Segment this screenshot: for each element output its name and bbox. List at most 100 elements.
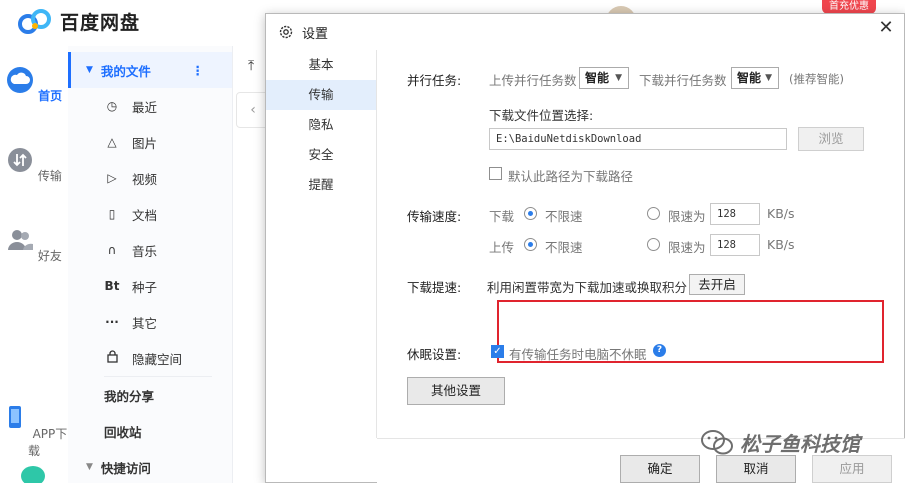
settings-dialog: 设置 ✕ 基本 传输 隐私 安全 提醒 并行任务: 上传并行任务数 智能 ▼ 下… <box>265 13 905 483</box>
tab-transfer[interactable]: 传输 <box>266 80 376 110</box>
download-location-label: 下载文件位置选择: <box>489 108 594 123</box>
download-limit-label: 限速为 <box>668 209 706 224</box>
rail-label-home: 首页 <box>38 89 63 103</box>
tab-label: 隐私 <box>308 117 334 132</box>
download-parallel-select[interactable]: 智能 ▼ <box>731 67 779 89</box>
enable-accelerate-button[interactable]: 去开启 <box>689 274 745 295</box>
download-unlimited-radio[interactable] <box>524 207 537 220</box>
chevron-down-icon: ▼ <box>765 73 772 83</box>
help-icon[interactable]: ? <box>653 344 666 357</box>
download-unlimited-label: 不限速 <box>545 209 583 224</box>
sleep-settings-label: 休眠设置: <box>407 347 462 362</box>
apply-button[interactable]: 应用 <box>812 455 892 483</box>
parallel-hint: (推荐智能) <box>789 72 844 86</box>
rail-label-friends: 好友 <box>37 249 62 263</box>
caret-down-icon: ▼ <box>86 462 93 472</box>
clock-icon: ◷ <box>106 99 118 113</box>
upload-parallel-label: 上传并行任务数 <box>489 73 577 88</box>
more-icon: ··· <box>105 315 119 329</box>
prevent-sleep-label: 有传输任务时电脑不休眠 <box>509 347 647 362</box>
rail-label-transfer: 传输 <box>37 169 62 183</box>
transfer-icon <box>8 148 33 172</box>
sidebar-item-label: 文档 <box>132 207 158 223</box>
lock-icon <box>104 350 120 366</box>
prevent-sleep-checkbox[interactable]: ✓ <box>491 345 504 358</box>
download-path-input[interactable]: E:\BaiduNetdiskDownload <box>489 128 787 150</box>
gear-icon <box>279 25 293 39</box>
app-logo: 百度网盘 <box>18 8 140 35</box>
tab-label: 安全 <box>308 147 334 162</box>
sidebar-item-documents[interactable]: ▯ 文档 <box>68 196 232 232</box>
phone-icon <box>8 406 21 428</box>
left-rail: 首页 传输 好友 APP下载 <box>0 46 68 483</box>
download-speed-label: 下载 <box>489 209 515 224</box>
video-icon: ▷ <box>107 171 117 185</box>
rail-item-home[interactable]: 首页 <box>0 66 68 104</box>
watermark: 松子鱼科技馆 <box>700 428 860 457</box>
sidebar-nav: ▼ 我的文件 ⋮ ◷ 最近 △ 图片 ▷ 视频 ▯ 文档 ∩ 音乐 Bt 种子 <box>68 46 233 483</box>
rail-item-app-download[interactable]: APP下载 <box>0 404 68 459</box>
upload-icon[interactable]: ⤒ <box>248 58 254 74</box>
download-limit-input[interactable]: 128 <box>710 203 760 225</box>
rail-item-friends[interactable]: 好友 <box>0 226 68 264</box>
baidu-netdisk-logo-icon <box>18 8 51 34</box>
sidebar-item-label: 视频 <box>132 171 158 187</box>
sidebar-item-hidden-space[interactable]: 隐藏空间 <box>68 340 232 376</box>
upload-unlimited-radio[interactable] <box>524 238 537 251</box>
tab-privacy[interactable]: 隐私 <box>266 110 376 140</box>
tab-reminder[interactable]: 提醒 <box>266 170 376 200</box>
sidebar-recycle-label: 回收站 <box>104 424 142 440</box>
caret-down-icon: ▼ <box>86 65 93 75</box>
upload-parallel-value: 智能 <box>585 71 610 85</box>
sidebar-item-torrents[interactable]: Bt 种子 <box>68 268 232 304</box>
parallel-tasks-label: 并行任务: <box>407 73 462 88</box>
sidebar-recycle-bin[interactable]: 回收站 <box>68 413 232 449</box>
default-path-label: 默认此路径为下载路径 <box>508 169 634 184</box>
rail-item-transfer[interactable]: 传输 <box>0 146 68 184</box>
cancel-button[interactable]: 取消 <box>716 455 796 483</box>
rail-label-app-download: APP下载 <box>27 427 68 458</box>
tab-label: 基本 <box>308 57 334 72</box>
close-button[interactable]: ✕ <box>872 16 900 42</box>
friends-icon <box>8 230 34 250</box>
sidebar-quick-access[interactable]: ▼ 快捷访问 <box>68 449 232 483</box>
upload-speed-label: 上传 <box>489 240 515 255</box>
tab-basic[interactable]: 基本 <box>266 50 376 80</box>
dialog-title-bar: 设置 <box>266 14 905 50</box>
chat-icon[interactable] <box>20 464 46 483</box>
sidebar-item-other[interactable]: ··· 其它 <box>68 304 232 340</box>
upload-limit-radio[interactable] <box>647 238 660 251</box>
download-parallel-label: 下载并行任务数 <box>639 73 727 88</box>
download-limit-radio[interactable] <box>647 207 660 220</box>
more-vertical-icon[interactable]: ⋮ <box>192 63 205 78</box>
transfer-speed-label: 传输速度: <box>407 209 462 224</box>
tab-security[interactable]: 安全 <box>266 140 376 170</box>
download-unit: KB/s <box>767 206 795 221</box>
sidebar-quick-access-label: 快捷访问 <box>100 460 151 476</box>
sidebar-item-images[interactable]: △ 图片 <box>68 124 232 160</box>
sidebar-item-music[interactable]: ∩ 音乐 <box>68 232 232 268</box>
sidebar-my-share[interactable]: 我的分享 <box>68 377 232 413</box>
settings-panel: 并行任务: 上传并行任务数 智能 ▼ 下载并行任务数 智能 ▼ (推荐智能) 下… <box>377 50 905 438</box>
tab-label: 传输 <box>308 87 334 102</box>
sidebar-item-label: 其它 <box>132 315 158 331</box>
ok-button[interactable]: 确定 <box>620 455 700 483</box>
promo-badge[interactable]: 首充优惠 <box>822 0 876 14</box>
close-icon: ✕ <box>878 17 894 38</box>
sidebar-item-video[interactable]: ▷ 视频 <box>68 160 232 196</box>
sidebar-item-label: 隐藏空间 <box>132 351 183 367</box>
dialog-title: 设置 <box>302 26 329 42</box>
sidebar-my-files[interactable]: ▼ 我的文件 ⋮ <box>68 52 232 88</box>
default-path-checkbox[interactable] <box>489 167 502 180</box>
cloud-icon <box>6 67 33 93</box>
browse-button[interactable]: 浏览 <box>798 127 864 151</box>
settings-sidebar: 基本 传输 隐私 安全 提醒 <box>266 50 377 438</box>
upload-parallel-select[interactable]: 智能 ▼ <box>579 67 629 89</box>
other-settings-button[interactable]: 其他设置 <box>407 377 505 405</box>
upload-limit-label: 限速为 <box>668 240 706 255</box>
sidebar-item-recent[interactable]: ◷ 最近 <box>68 88 232 124</box>
sidebar-item-label: 最近 <box>132 99 158 115</box>
chevron-down-icon: ▼ <box>615 73 622 83</box>
upload-limit-input[interactable]: 128 <box>710 234 760 256</box>
app-title: 百度网盘 <box>60 12 141 34</box>
